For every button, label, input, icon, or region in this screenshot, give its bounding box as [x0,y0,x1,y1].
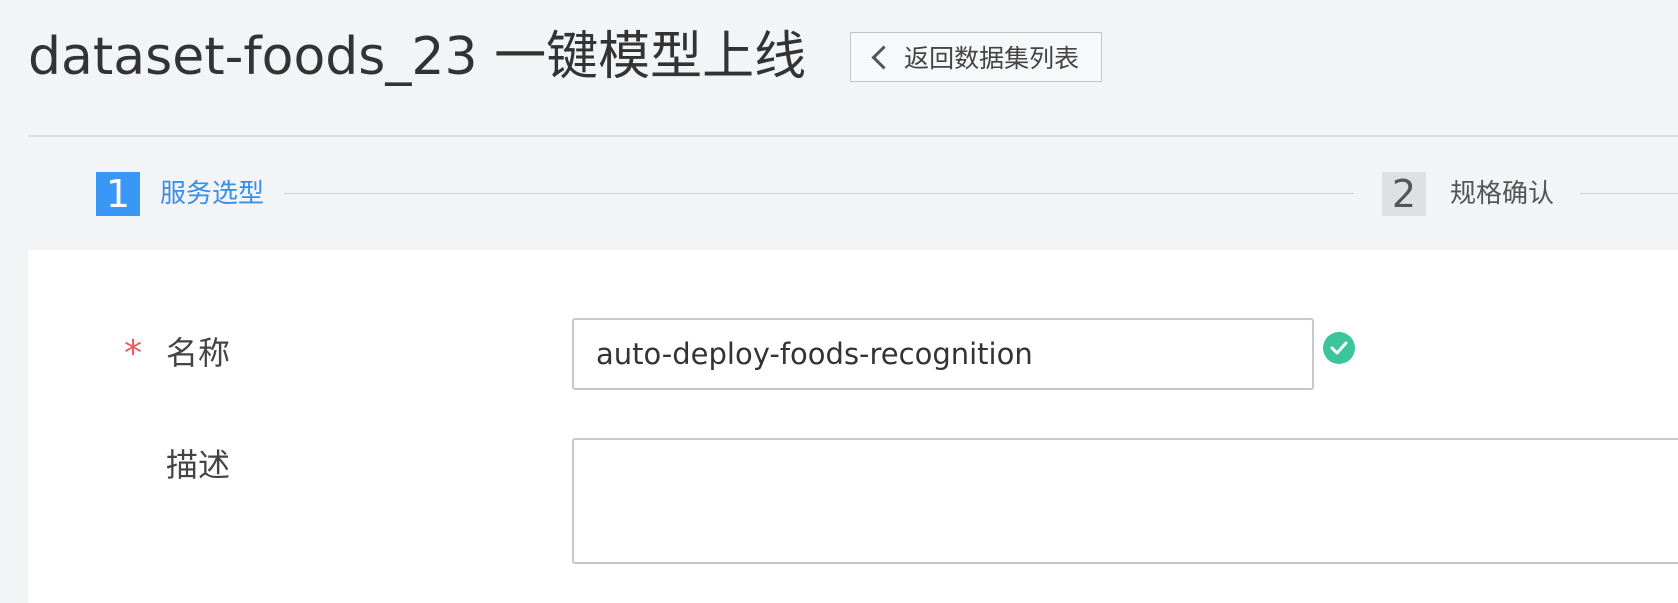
back-button-label: 返回数据集列表 [904,44,1080,73]
step-2-label: 规格确认 [1450,179,1555,209]
step-2-number: 2 [1382,172,1426,216]
name-field-label: 名称 [166,334,231,372]
page-title: dataset-foods_23 一键模型上线 [28,27,807,87]
chevron-left-icon [871,44,896,70]
back-to-dataset-list-button[interactable]: 返回数据集列表 [850,32,1103,82]
name-input[interactable] [572,318,1314,390]
description-textarea[interactable] [572,438,1678,564]
page: dataset-foods_23 一键模型上线 返回数据集列表 1 服务选型 2… [0,0,1678,603]
step-connector-line [284,193,1354,194]
wizard-steps: 1 服务选型 2 规格确认 [96,172,1678,216]
description-field-label: 描述 [166,446,231,484]
header-divider [28,135,1678,137]
step-1-label: 服务选型 [160,179,265,209]
page-header: dataset-foods_23 一键模型上线 返回数据集列表 [28,22,1103,92]
step-connector-line-2 [1580,193,1678,194]
service-form: * 名称 描述 [28,250,1678,603]
required-mark: * [124,333,142,374]
step-1-number: 1 [96,172,140,216]
check-circle-icon [1323,332,1355,364]
